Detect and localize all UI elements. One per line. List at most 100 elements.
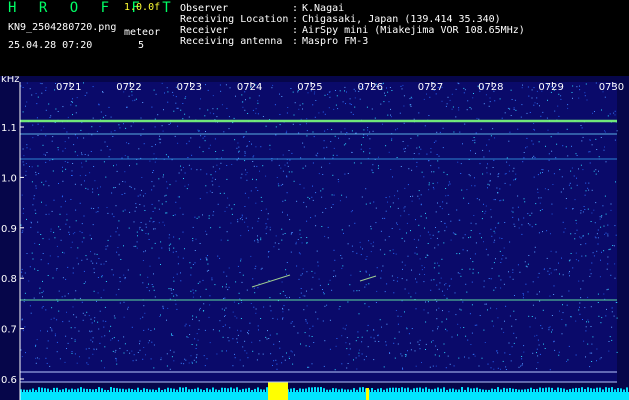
noise-dot	[459, 253, 461, 255]
noise-dot	[263, 306, 265, 308]
level-bar	[542, 388, 544, 392]
spectrogram[interactable]: 1.11.00.90.80.70.6 0721 0722 0723 0724 0725 0…	[0, 76, 629, 400]
noise-dot	[382, 217, 384, 219]
noise-dot	[296, 200, 298, 202]
noise-dot	[334, 369, 336, 371]
noise-dot	[616, 302, 618, 303]
noise-dot	[142, 128, 144, 130]
noise-dot	[406, 328, 408, 330]
noise-dot	[237, 219, 239, 221]
noise-dot	[192, 226, 194, 228]
noise-dot	[439, 131, 441, 133]
noise-dot	[420, 204, 422, 206]
level-bar	[371, 388, 373, 392]
noise-dot	[241, 94, 243, 96]
noise-dot	[192, 296, 194, 298]
noise-dot	[41, 92, 43, 94]
noise-dot	[452, 106, 454, 108]
noise-dot	[35, 345, 36, 347]
noise-dot	[411, 269, 412, 271]
noise-dot	[64, 141, 66, 143]
noise-dot	[126, 106, 127, 108]
info-value: Maspro FM-3	[302, 36, 369, 47]
level-bar	[512, 388, 514, 392]
noise-dot	[143, 347, 145, 348]
noise-dot	[184, 325, 186, 327]
noise-dot	[531, 97, 533, 99]
noise-dot	[599, 216, 601, 218]
level-bar	[257, 387, 259, 392]
x-tick-label: 0727	[418, 82, 443, 93]
noise-dot	[436, 318, 438, 320]
level-bar	[626, 387, 628, 392]
noise-dot	[420, 194, 422, 196]
noise-dot	[435, 211, 437, 213]
noise-dot	[432, 182, 434, 184]
noise-dot	[522, 84, 523, 86]
level-bar	[314, 387, 316, 392]
noise-dot	[119, 302, 121, 304]
noise-dot	[389, 87, 391, 88]
noise-dot	[132, 122, 134, 124]
noise-dot	[578, 168, 579, 170]
level-bar	[140, 389, 142, 392]
noise-dot	[258, 95, 260, 97]
noise-dot	[199, 198, 201, 200]
noise-dot	[363, 151, 365, 153]
noise-dot	[227, 197, 229, 199]
noise-dot	[224, 210, 226, 212]
noise-dot	[209, 190, 211, 192]
noise-dot	[601, 215, 603, 217]
noise-dot	[384, 95, 386, 97]
noise-dot	[528, 315, 530, 317]
noise-dot	[488, 105, 490, 107]
noise-dot	[117, 340, 119, 342]
noise-dot	[365, 188, 367, 190]
noise-dot	[158, 200, 160, 202]
noise-dot	[437, 202, 438, 204]
noise-dot	[208, 215, 210, 217]
noise-dot	[268, 338, 270, 339]
level-bar	[230, 387, 232, 392]
noise-dot	[528, 95, 530, 97]
y-tick-label: 0.6	[1, 375, 17, 386]
noise-dot	[169, 368, 171, 370]
noise-dot	[428, 160, 430, 162]
noise-dot	[127, 306, 129, 308]
noise-dot	[224, 315, 225, 317]
noise-dot	[101, 275, 103, 277]
noise-dot	[435, 140, 437, 142]
noise-dot	[118, 234, 120, 236]
noise-dot	[585, 356, 586, 358]
noise-dot	[347, 173, 349, 174]
noise-dot	[441, 208, 443, 210]
noise-dot	[91, 330, 93, 332]
info-value: K.Nagai	[302, 3, 345, 14]
noise-dot	[585, 83, 587, 85]
noise-dot	[464, 356, 465, 358]
noise-dot	[322, 174, 324, 175]
noise-dot	[485, 248, 487, 250]
noise-dot	[334, 135, 336, 137]
noise-dot	[430, 279, 432, 281]
noise-dot	[390, 206, 391, 208]
noise-dot	[279, 347, 281, 349]
noise-dot	[540, 325, 542, 327]
noise-dot	[408, 214, 410, 216]
noise-dot	[239, 359, 241, 361]
noise-dot	[324, 305, 326, 307]
noise-dot	[299, 183, 301, 185]
noise-dot	[72, 163, 74, 164]
noise-dot	[494, 232, 496, 234]
noise-dot	[200, 169, 202, 171]
noise-dot	[113, 187, 115, 189]
noise-dot	[58, 226, 60, 228]
noise-dot	[97, 321, 99, 323]
noise-dot	[153, 89, 155, 91]
noise-dot	[271, 87, 273, 89]
level-bar	[179, 387, 181, 392]
noise-dot	[572, 267, 574, 269]
level-bar	[110, 387, 112, 392]
noise-dot	[171, 292, 173, 294]
noise-dot	[291, 152, 293, 154]
